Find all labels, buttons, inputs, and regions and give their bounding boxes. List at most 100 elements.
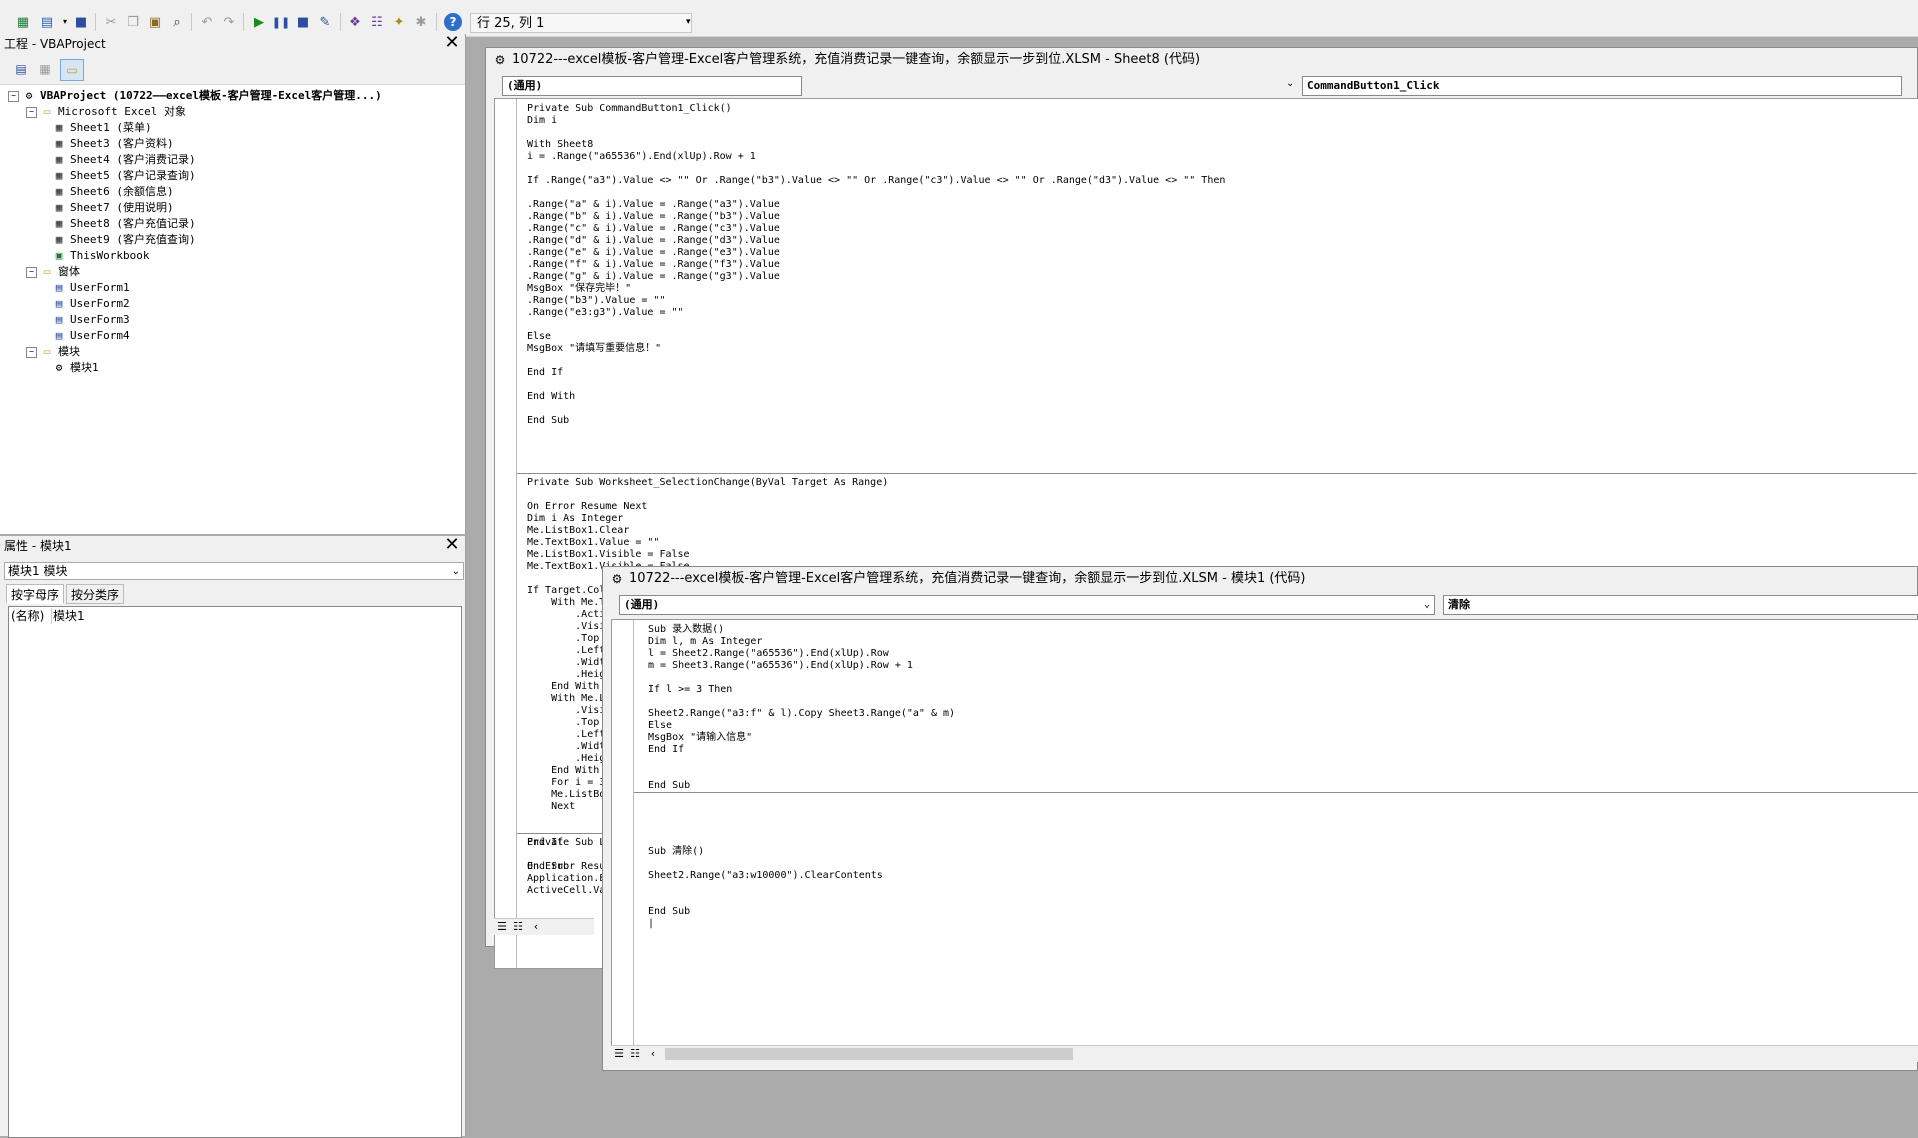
properties-object-select[interactable]: 模块1 模块 ⌄: [4, 562, 464, 580]
workbook-icon: ▣: [55, 249, 63, 262]
toolbox-icon[interactable]: ✱: [412, 13, 430, 31]
module1-code-editor[interactable]: Sub 录入数据() Dim l, m As Integer l = Sheet…: [611, 619, 1918, 1053]
tree-node-label: VBAProject (10722——excel模板-客户管理-Excel客户管…: [40, 89, 382, 102]
tree-node[interactable]: ▦ Sheet4 (客户消费记录): [52, 152, 196, 168]
properties-window-icon[interactable]: ☷: [368, 13, 386, 31]
tab-alphabetic[interactable]: 按字母序: [6, 584, 65, 604]
userform-icon: ▤: [55, 329, 63, 342]
view-object-icon[interactable]: ▦: [34, 59, 56, 79]
horizontal-scrollbar[interactable]: ☰ ☷ ‹: [494, 918, 594, 935]
tree-node-label: UserForm2: [70, 297, 130, 310]
insert-userform-icon[interactable]: ▤: [38, 13, 56, 31]
view-code-icon[interactable]: ▤: [10, 59, 32, 79]
code-block: Sub 录入数据() Dim l, m As Integer l = Sheet…: [648, 624, 956, 791]
save-icon[interactable]: ■: [72, 13, 90, 31]
code-gutter: [495, 99, 517, 968]
run-icon[interactable]: ▶: [250, 13, 268, 31]
copy-icon[interactable]: ❐: [124, 13, 142, 31]
tree-node[interactable]: ▦ Sheet9 (客户充值查询): [52, 232, 196, 248]
property-name: (名称): [11, 608, 52, 624]
collapse-icon[interactable]: −: [26, 266, 37, 278]
toolbar-separator: [243, 13, 244, 31]
toolbar-options-icon[interactable]: ▾: [686, 17, 691, 27]
collapse-icon[interactable]: −: [8, 90, 19, 102]
module1-code-window: ⚙ 10722---excel模板-客户管理-Excel客户管理系统，充值消费记…: [602, 566, 1918, 1071]
project-panel-close-icon[interactable]: ✕: [443, 34, 461, 53]
procedure-combo-value: CommandButton1_Click: [1307, 79, 1440, 92]
tree-node-label: 模块: [58, 345, 80, 358]
property-value[interactable]: 模块1: [53, 608, 85, 624]
tree-node[interactable]: ▦ Sheet5 (客户记录查询): [52, 168, 196, 184]
toolbar-separator: [95, 13, 96, 31]
tab-categorized[interactable]: 按分类序: [66, 584, 125, 604]
scrollbar-thumb[interactable]: [665, 1048, 1073, 1060]
object-browser-icon[interactable]: ✦: [390, 13, 408, 31]
tree-node[interactable]: ▣ ThisWorkbook: [52, 248, 150, 264]
excel-view-icon[interactable]: ▦: [14, 13, 32, 31]
design-mode-icon[interactable]: ✎: [316, 13, 334, 31]
standard-toolbar: ▦ ▤ ▾ ■ ✂ ❐ ▣ ⌕ ↶ ↷ ▶ ❚❚ ■ ✎ ❖ ☷ ✦ ✱ ? 行…: [0, 8, 1918, 37]
object-combo-value: (通用): [624, 598, 660, 611]
tree-node[interactable]: ▤ UserForm2: [52, 296, 130, 312]
folder-icon: ▭: [43, 265, 51, 278]
sheet-icon: ▦: [55, 217, 63, 230]
scroll-left-icon[interactable]: ‹: [645, 1046, 661, 1062]
tree-node-label: Microsoft Excel 对象: [58, 105, 186, 118]
chevron-down-icon[interactable]: ⌄: [1286, 78, 1294, 89]
tree-node[interactable]: ▦ Sheet6 (余额信息): [52, 184, 174, 200]
tree-node[interactable]: ⚙ 模块1: [52, 360, 99, 376]
tree-node-label: Sheet3 (客户资料): [70, 137, 174, 150]
sheet-icon: ▦: [55, 169, 63, 182]
sheet-icon: ▦: [55, 233, 63, 246]
tree-node[interactable]: − ▭ Microsoft Excel 对象: [26, 104, 186, 120]
undo-icon[interactable]: ↶: [198, 13, 216, 31]
procedure-view-icon[interactable]: ☰: [494, 919, 510, 935]
folder-icon: ▭: [43, 345, 51, 358]
tree-node[interactable]: − ▭ 模块: [26, 344, 80, 360]
properties-grid: (名称) 模块1: [8, 606, 462, 1138]
procedure-separator: [634, 792, 1918, 793]
tree-node[interactable]: − ⚙ VBAProject (10722——excel模板-客户管理-Excel客…: [8, 88, 382, 104]
tree-node[interactable]: − ▭ 窗体: [26, 264, 80, 280]
tree-node[interactable]: ▦ Sheet7 (使用说明): [52, 200, 174, 216]
object-combo[interactable]: (通用): [502, 76, 802, 96]
vba-project-icon: ⚙: [25, 89, 33, 102]
reset-icon[interactable]: ■: [294, 13, 312, 31]
full-module-view-icon[interactable]: ☷: [510, 919, 526, 935]
help-icon[interactable]: ?: [444, 13, 462, 31]
object-combo[interactable]: (通用) ⌄: [619, 595, 1435, 615]
tree-node[interactable]: ▦ Sheet3 (客户资料): [52, 136, 174, 152]
tree-node[interactable]: ▤ UserForm1: [52, 280, 130, 296]
sheet-icon: ▦: [55, 185, 63, 198]
tree-node[interactable]: ▦ Sheet8 (客户充值记录): [52, 216, 196, 232]
break-icon[interactable]: ❚❚: [272, 13, 290, 31]
paste-icon[interactable]: ▣: [146, 13, 164, 31]
properties-panel: 属性 - 模块1 ✕ 模块1 模块 ⌄ 按字母序 按分类序 (名称) 模块1: [0, 536, 466, 1138]
chevron-down-icon: ⌄: [451, 566, 460, 577]
horizontal-scrollbar[interactable]: ☰ ☷ ‹: [611, 1045, 1918, 1062]
tree-node[interactable]: ▦ Sheet1 (菜单): [52, 120, 152, 136]
tree-node[interactable]: ▤ UserForm4: [52, 328, 130, 344]
toggle-folders-icon[interactable]: ▭: [60, 59, 84, 81]
project-panel-toolbar: ▤ ▦ ▭: [0, 54, 465, 85]
tree-node-label: UserForm1: [70, 281, 130, 294]
redo-icon[interactable]: ↷: [220, 13, 238, 31]
procedure-combo[interactable]: CommandButton1_Click: [1302, 76, 1902, 96]
procedure-combo[interactable]: 清除: [1443, 595, 1918, 615]
procedure-view-icon[interactable]: ☰: [611, 1046, 627, 1062]
tree-node-label: 窗体: [58, 265, 80, 278]
properties-panel-close-icon[interactable]: ✕: [443, 536, 461, 555]
cut-icon[interactable]: ✂: [102, 13, 120, 31]
collapse-icon[interactable]: −: [26, 106, 37, 118]
tree-node-label: ThisWorkbook: [70, 249, 150, 262]
find-icon[interactable]: ⌕: [168, 13, 186, 31]
project-explorer-icon[interactable]: ❖: [346, 13, 364, 31]
tree-node-label: Sheet8 (客户充值记录): [70, 217, 196, 230]
tree-node[interactable]: ▤ UserForm3: [52, 312, 130, 328]
scroll-left-icon[interactable]: ‹: [528, 919, 544, 935]
full-module-view-icon[interactable]: ☷: [627, 1046, 643, 1062]
project-tree: − ⚙ VBAProject (10722——excel模板-客户管理-Excel客…: [8, 88, 453, 528]
code-block: Sub 清除() Sheet2.Range("a3:w10000").Clear…: [648, 846, 883, 929]
collapse-icon[interactable]: −: [26, 346, 37, 358]
properties-panel-title-text: 属性 - 模块1: [4, 539, 72, 553]
